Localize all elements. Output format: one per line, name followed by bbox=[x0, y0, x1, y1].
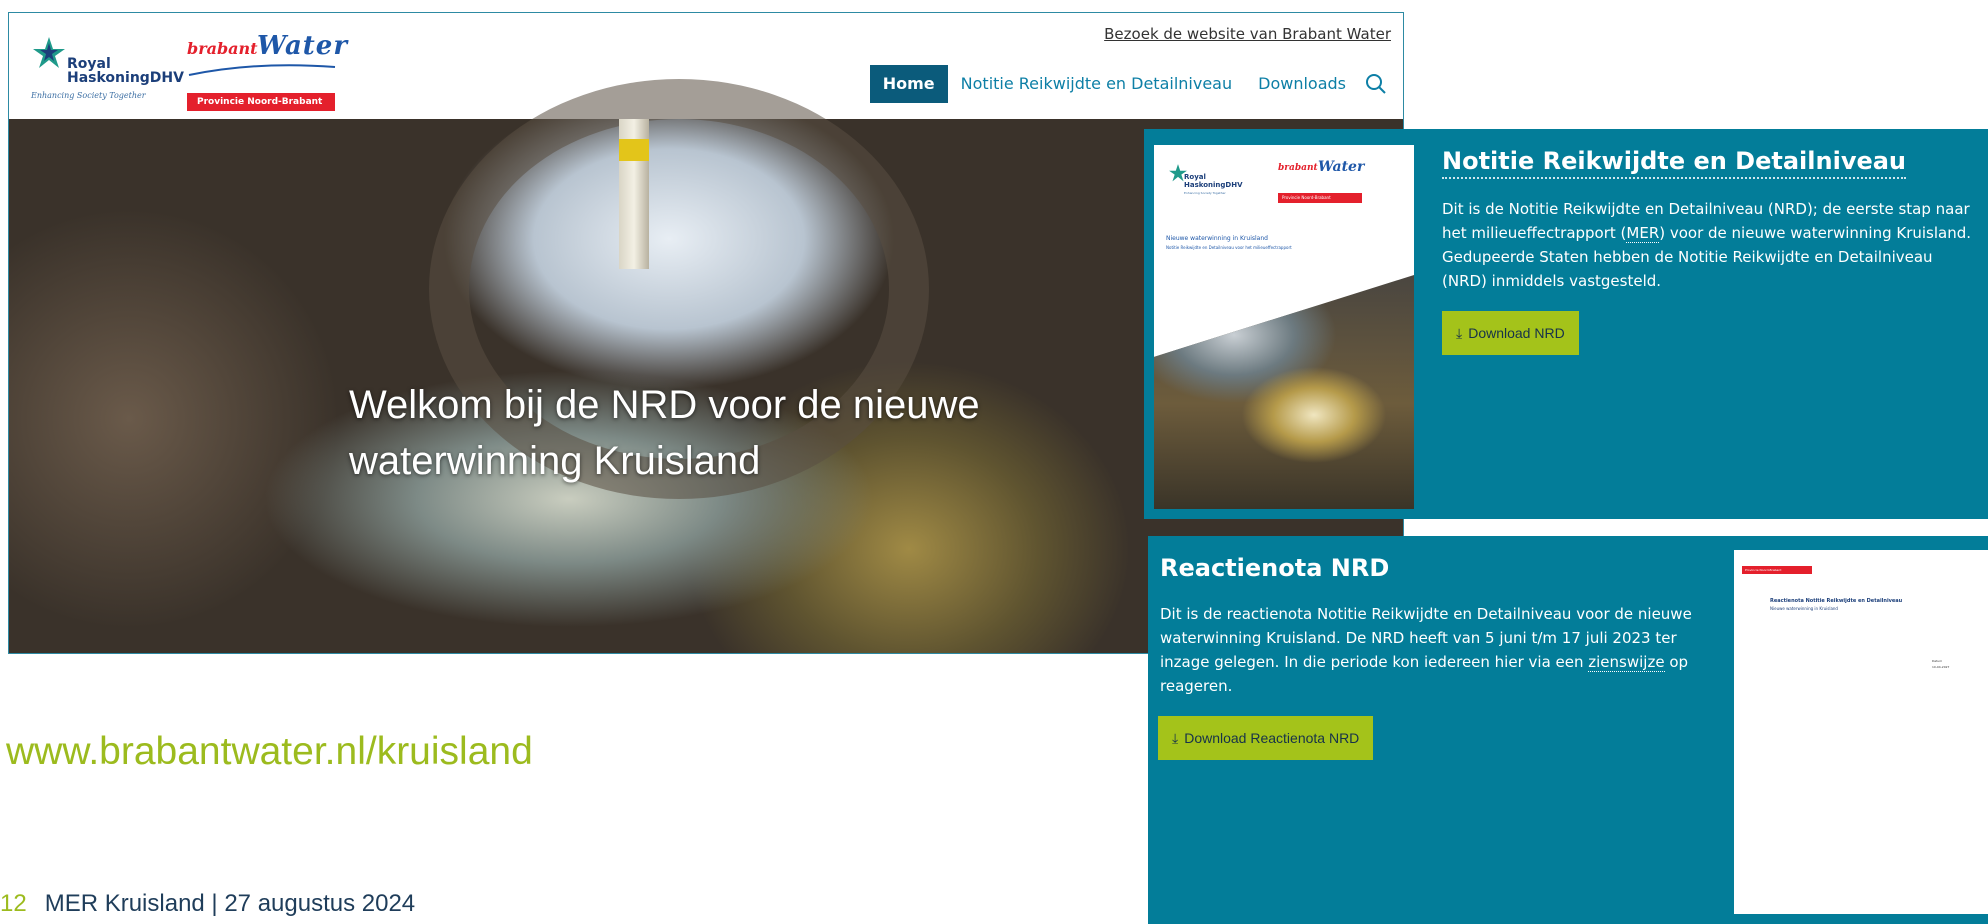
zienswijze-abbr[interactable]: zienswijze bbox=[1588, 653, 1665, 672]
mer-abbr[interactable]: MER bbox=[1626, 224, 1660, 243]
hero-sprinkler-band bbox=[619, 139, 649, 161]
royal-haskoningdhv-logo[interactable]: Royal HaskoningDHV Enhancing Society Tog… bbox=[31, 31, 184, 105]
nav-downloads[interactable]: Downloads bbox=[1245, 65, 1359, 103]
hero-title: Welkom bij de NRD voor de nieuwe waterwi… bbox=[349, 383, 980, 483]
cover-photo bbox=[1154, 275, 1414, 509]
bw-brabant-text: brabant bbox=[187, 39, 258, 58]
slide-url[interactable]: www.brabantwater.nl/kruisland bbox=[6, 730, 533, 774]
download-icon: ⤓ bbox=[1456, 325, 1463, 341]
search-button[interactable] bbox=[1359, 65, 1393, 103]
reactienota-cover-title: Reactienota Notitie Reikwijdte en Detail… bbox=[1770, 598, 1903, 604]
download-reactienota-label: Download Reactienota NRD bbox=[1184, 730, 1360, 746]
rhdhv-star-icon bbox=[33, 37, 65, 68]
nrd-description: Dit is de Notitie Reikwijdte en Detailni… bbox=[1442, 197, 1972, 293]
rhdhv-tagline: Enhancing Society Together bbox=[31, 91, 146, 100]
nav-home[interactable]: Home bbox=[869, 65, 948, 103]
download-reactienota-button[interactable]: ⤓ Download Reactienota NRD bbox=[1158, 716, 1374, 760]
rhdhv-name: Royal HaskoningDHV bbox=[67, 56, 184, 86]
brabant-water-logo[interactable]: brabant Water Provincie Noord-Brabant bbox=[187, 27, 349, 111]
bw-swoosh-icon bbox=[188, 64, 336, 76]
nrd-heading[interactable]: Notitie Reikwijdte en Detailniveau bbox=[1442, 147, 1907, 179]
slide-footer-text: MER Kruisland | 27 augustus 2024 bbox=[44, 890, 416, 917]
province-banner: Provincie Noord-Brabant bbox=[187, 93, 335, 111]
reactienota-cover-province: Provincie Noord-Brabant bbox=[1742, 566, 1812, 574]
reactienota-heading: Reactienota NRD bbox=[1160, 554, 1390, 582]
search-icon bbox=[1366, 74, 1386, 94]
reactienota-cover-subtitle: Nieuwe waterwinning in Kruisland bbox=[1770, 606, 1838, 611]
bw-water-text: Water bbox=[257, 31, 349, 61]
reactienota-description: Dit is de reactienota Notitie Reikwijdte… bbox=[1160, 602, 1720, 698]
reactienota-document-cover[interactable]: Provincie Noord-Brabant Reactienota Noti… bbox=[1734, 550, 1988, 914]
reactienota-card: Reactienota NRD Dit is de reactienota No… bbox=[1148, 536, 1988, 924]
nav-nrd[interactable]: Notitie Reikwijdte en Detailniveau bbox=[948, 65, 1245, 103]
cover-province: Provincie Noord-Brabant bbox=[1278, 193, 1362, 203]
cover-rhdhv-tagline: Enhancing Society Together bbox=[1184, 191, 1226, 195]
visit-brabant-water-link[interactable]: Bezoek de website van Brabant Water bbox=[1104, 25, 1391, 43]
slide-page-number: 12 bbox=[0, 890, 27, 917]
cover-bw-water: Water bbox=[1318, 159, 1365, 175]
cover-bw-brabant: brabant bbox=[1278, 163, 1318, 173]
nrd-document-cover[interactable]: Royal HaskoningDHV Enhancing Society Tog… bbox=[1154, 145, 1414, 509]
reactienota-cover-meta: Datum 10-04-2027 bbox=[1932, 659, 1950, 669]
main-nav: Home Notitie Reikwijdte en Detailniveau … bbox=[869, 65, 1393, 103]
cover-subtitle: Notitie Reikwijdte en Detailniveau voor … bbox=[1166, 245, 1292, 250]
download-nrd-button[interactable]: ⤓ Download NRD bbox=[1442, 311, 1579, 355]
slide-footer: 12 MER Kruisland | 27 augustus 2024 bbox=[0, 890, 415, 918]
cover-rhdhv-name: Royal HaskoningDHV bbox=[1184, 173, 1243, 189]
download-nrd-label: Download NRD bbox=[1468, 325, 1565, 341]
nrd-card: Royal HaskoningDHV Enhancing Society Tog… bbox=[1144, 129, 1988, 519]
cover-title: Nieuwe waterwinning in Kruisland bbox=[1166, 235, 1268, 242]
download-icon: ⤓ bbox=[1172, 730, 1179, 746]
